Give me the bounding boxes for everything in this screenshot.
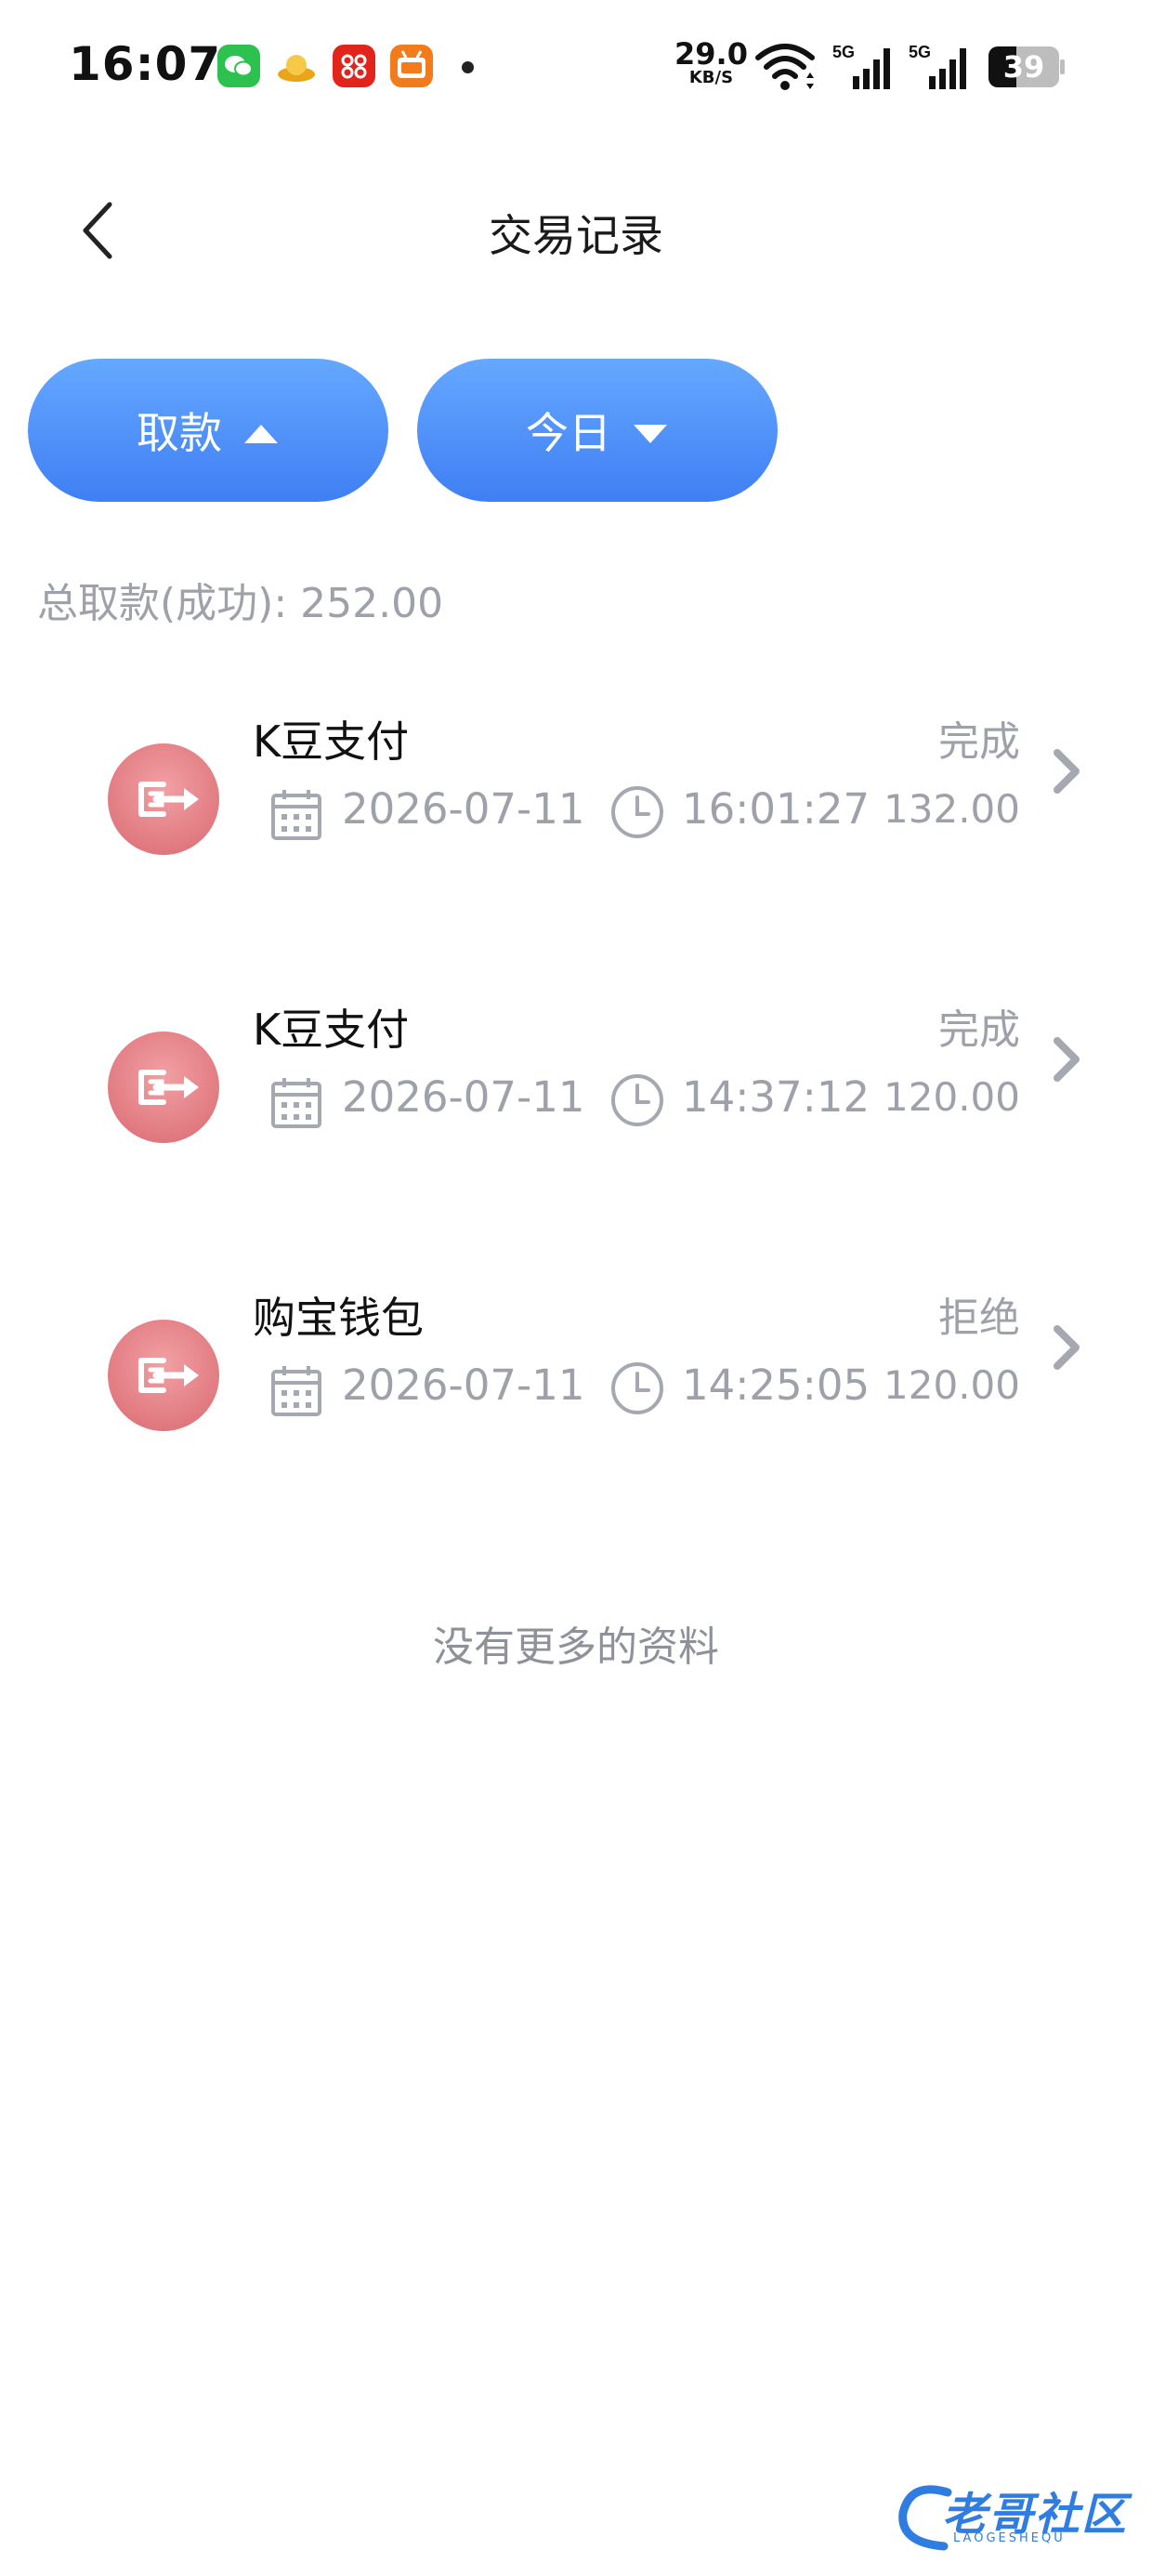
record-status: 完成 <box>938 718 1020 766</box>
status-time: 16:07 <box>69 37 222 91</box>
record-row[interactable]: K豆支付 完成 2026-07-11 <box>0 688 1152 892</box>
record-date: 2026-07-11 <box>342 1360 585 1410</box>
status-bar: 16:07 29.0 KB/S 5G 5G 39 <box>0 0 1152 139</box>
record-date: 2026-07-11 <box>342 1072 585 1122</box>
record-time: 14:37:12 <box>682 1072 871 1122</box>
watermark-logo: 老哥社区 LAOGESHEQU <box>892 2472 1133 2556</box>
transaction-records-screen: 16:07 29.0 KB/S 5G 5G 39 交易记录 取款 今日 总取款(… <box>0 0 1152 2576</box>
record-name: 购宝钱包 <box>253 1293 424 1343</box>
battery-icon: 39 <box>988 46 1065 87</box>
hot-video-icon <box>390 45 433 87</box>
calendar-icon <box>269 786 323 846</box>
record-amount: 132.00 <box>884 786 1020 832</box>
caret-down-icon <box>632 405 669 455</box>
record-name: K豆支付 <box>253 716 410 767</box>
calendar-icon <box>269 1362 323 1422</box>
record-date: 2026-07-11 <box>342 784 585 834</box>
record-time: 16:01:27 <box>682 784 871 834</box>
record-row[interactable]: 购宝钱包 拒绝 2026-07-11 14:25:05 120.00 <box>0 1264 1152 1468</box>
signal-1-label: 5G <box>832 43 855 61</box>
page-title: 交易记录 <box>489 211 663 262</box>
gold-ingot-icon <box>275 45 318 87</box>
type-filter-button[interactable]: 取款 <box>28 359 388 502</box>
period-filter-label: 今日 <box>526 408 611 458</box>
watermark-subtext: LAOGESHEQU <box>953 2531 1066 2545</box>
record-row[interactable]: K豆支付 完成 2026-07-11 <box>0 976 1152 1180</box>
chevron-right-icon[interactable] <box>1048 743 1085 803</box>
type-filter-label: 取款 <box>137 408 222 458</box>
clock-icon <box>609 784 665 844</box>
withdraw-arrow-icon <box>108 1032 219 1143</box>
withdraw-total-summary: 总取款(成功): 252.00 <box>37 580 444 627</box>
signal-5g-icon: 5G <box>909 41 974 97</box>
signal-5g-icon: 5G <box>832 41 897 97</box>
record-amount: 120.00 <box>884 1362 1020 1408</box>
no-more-data-text: 没有更多的资料 <box>433 1623 719 1671</box>
clock-icon <box>609 1072 665 1132</box>
caret-up-icon <box>242 405 280 455</box>
record-amount: 120.00 <box>884 1074 1020 1120</box>
wechat-icon <box>217 45 260 87</box>
clock-icon <box>609 1360 665 1420</box>
record-status: 拒绝 <box>938 1295 1020 1342</box>
chevron-right-icon[interactable] <box>1048 1032 1085 1091</box>
period-filter-button[interactable]: 今日 <box>417 359 778 502</box>
chevron-right-icon[interactable] <box>1048 1320 1085 1379</box>
withdraw-arrow-icon <box>108 743 219 855</box>
record-time: 14:25:05 <box>682 1360 871 1410</box>
wifi-icon <box>754 41 816 97</box>
withdraw-arrow-icon <box>108 1320 219 1431</box>
signal-2-label: 5G <box>909 43 931 61</box>
calendar-icon <box>269 1074 323 1134</box>
network-speed: 29.0 KB/S <box>674 36 748 87</box>
red-app-icon <box>333 45 375 87</box>
record-status: 完成 <box>938 1006 1020 1054</box>
notification-dot-icon <box>462 61 474 73</box>
record-name: K豆支付 <box>253 1005 410 1055</box>
battery-level: 39 <box>1002 49 1045 85</box>
